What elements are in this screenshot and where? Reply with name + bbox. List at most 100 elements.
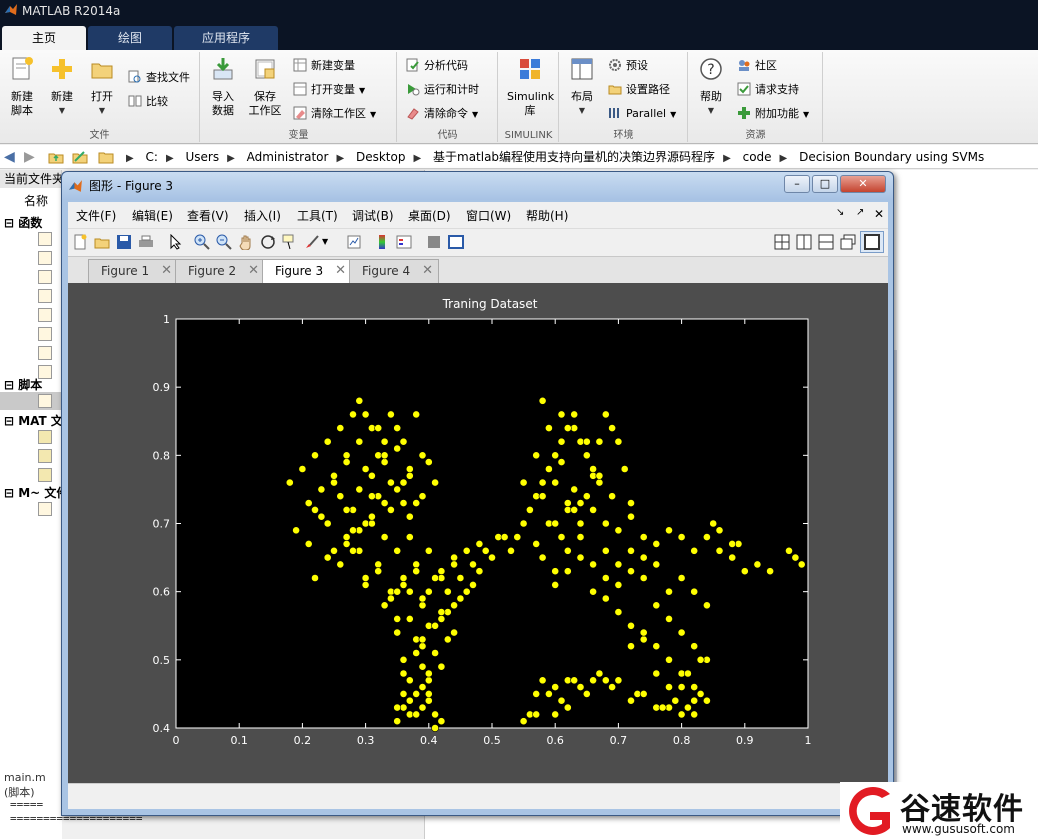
new-script-button[interactable]: 新建 脚本 xyxy=(2,56,42,118)
tree-section-scripts[interactable]: ⊟ 脚本 xyxy=(4,376,42,393)
save-icon[interactable] xyxy=(116,234,132,250)
breadcrumb-item[interactable]: Users xyxy=(185,150,219,164)
open-file-icon[interactable] xyxy=(94,234,110,250)
m-file-icon[interactable] xyxy=(38,346,52,360)
simulink-library-button[interactable]: Simulink 库 xyxy=(507,56,554,118)
community-button[interactable]: 社区 xyxy=(737,56,777,76)
run-and-time-button[interactable]: 运行和计时 xyxy=(406,80,479,100)
set-path-button[interactable]: 设置路径 xyxy=(608,80,670,100)
m-file-icon[interactable] xyxy=(38,289,52,303)
preferences-button[interactable]: 预设 xyxy=(608,56,648,76)
breadcrumb-item[interactable]: Decision Boundary using SVMs xyxy=(799,150,984,164)
show-plot-tools-icon[interactable] xyxy=(448,234,464,250)
float-window-icon[interactable] xyxy=(840,234,856,250)
menu-debug[interactable]: 调试(B) xyxy=(352,207,394,224)
close-tab-icon[interactable]: ✕ xyxy=(161,260,172,282)
browse-folder-icon[interactable] xyxy=(72,149,88,165)
menu-window[interactable]: 窗口(W) xyxy=(466,207,511,224)
close-tab-icon[interactable]: ✕ xyxy=(422,260,433,282)
menu-desktop[interactable]: 桌面(D) xyxy=(408,207,451,224)
help-button[interactable]: ? 帮助 ▼ xyxy=(691,56,731,118)
save-workspace-button[interactable]: 保存 工作区 xyxy=(245,56,285,118)
open-button[interactable]: 打开 ▼ xyxy=(82,56,122,118)
breadcrumb-item[interactable]: code xyxy=(743,150,772,164)
menu-insert[interactable]: 插入(I) xyxy=(244,207,281,224)
find-files-button[interactable]: 查找文件 xyxy=(128,68,190,88)
new-variable-button[interactable]: 新建变量 xyxy=(293,56,355,76)
close-tab-icon[interactable]: ✕ xyxy=(248,260,259,282)
dock-arrow-icon[interactable]: ↗ xyxy=(856,207,864,218)
maximize-button[interactable]: □ xyxy=(812,175,838,193)
mat-file-icon[interactable] xyxy=(38,449,52,463)
link-plot-icon[interactable] xyxy=(346,234,362,250)
legend-icon[interactable] xyxy=(396,234,412,250)
close-tab-icon[interactable]: ✕ xyxy=(335,260,346,282)
breadcrumb-item[interactable]: C: xyxy=(146,150,158,164)
tab-figure-2[interactable]: Figure 2 ✕ xyxy=(175,259,265,283)
pan-hand-icon[interactable] xyxy=(238,234,254,250)
tab-figure-4[interactable]: Figure 4 ✕ xyxy=(349,259,439,283)
menu-help[interactable]: 帮助(H) xyxy=(526,207,568,224)
tab-plots[interactable]: 绘图 xyxy=(88,26,172,50)
tree-section-m-files[interactable]: ⊟ M~ 文件 xyxy=(4,484,68,501)
clear-workspace-button[interactable]: 清除工作区 ▼ xyxy=(293,104,376,124)
cursor-arrow-icon[interactable] xyxy=(168,234,184,250)
figure-titlebar[interactable]: 图形 - Figure 3 – □ ✕ xyxy=(62,172,893,200)
chevron-down-icon[interactable]: ▼ xyxy=(322,234,338,250)
tile-columns-icon[interactable] xyxy=(796,234,812,250)
scatter-plot[interactable]: Traning Dataset 0.4 0.5 0.6 0.7 0.8 0.9 1 0 0.1… xyxy=(68,283,888,783)
brush-icon[interactable] xyxy=(304,234,320,250)
file-icon[interactable] xyxy=(38,502,52,516)
new-figure-icon[interactable] xyxy=(72,234,88,250)
m-file-icon[interactable] xyxy=(38,327,52,341)
m-file-icon[interactable] xyxy=(38,232,52,246)
close-figure-icon[interactable]: ✕ xyxy=(874,207,884,221)
minimize-button[interactable]: – xyxy=(784,175,810,193)
m-file-icon[interactable] xyxy=(38,270,52,284)
tab-home[interactable]: 主页 xyxy=(2,26,86,50)
menu-view[interactable]: 查看(V) xyxy=(187,207,229,224)
breadcrumb-item[interactable]: 基于matlab编程使用支持向量机的决策边界源码程序 xyxy=(433,150,715,164)
parallel-button[interactable]: Parallel ▼ xyxy=(608,104,676,124)
tile-rows-icon[interactable] xyxy=(818,234,834,250)
request-support-button[interactable]: 请求支持 xyxy=(737,80,799,100)
breadcrumb-item[interactable]: Desktop xyxy=(356,150,406,164)
compare-button[interactable]: 比较 xyxy=(128,92,168,112)
tree-section-functions[interactable]: ⊟ 函数 xyxy=(4,214,42,231)
up-folder-icon[interactable] xyxy=(48,149,64,165)
mat-file-icon[interactable] xyxy=(38,468,52,482)
zoom-in-icon[interactable] xyxy=(194,234,210,250)
import-data-button[interactable]: 导入 数据 xyxy=(203,56,243,118)
print-icon[interactable] xyxy=(138,234,154,250)
zoom-out-icon[interactable] xyxy=(216,234,232,250)
name-column-header[interactable]: 名称 xyxy=(24,192,48,209)
m-file-icon[interactable] xyxy=(38,394,52,408)
rotate-3d-icon[interactable] xyxy=(260,234,276,250)
layout-button[interactable]: 布局 ▼ xyxy=(562,56,602,118)
menu-tools[interactable]: 工具(T) xyxy=(297,207,338,224)
close-button[interactable]: ✕ xyxy=(840,175,886,193)
mat-file-icon[interactable] xyxy=(38,430,52,444)
menu-edit[interactable]: 编辑(E) xyxy=(132,207,173,224)
clear-commands-button[interactable]: 清除命令 ▼ xyxy=(406,104,478,124)
breadcrumb-item[interactable]: Administrator xyxy=(247,150,329,164)
maximize-figure-button[interactable] xyxy=(860,231,884,253)
add-ons-button[interactable]: 附加功能 ▼ xyxy=(737,104,809,124)
back-arrow-icon[interactable]: ◀ xyxy=(4,149,20,165)
tab-apps[interactable]: 应用程序 xyxy=(174,26,278,50)
colorbar-icon[interactable] xyxy=(374,234,390,250)
selected-script-row[interactable] xyxy=(0,392,62,410)
new-button[interactable]: 新建 ▼ xyxy=(42,56,82,118)
tile-grid-icon[interactable] xyxy=(774,234,790,250)
m-file-icon[interactable] xyxy=(38,308,52,322)
undock-arrow-icon[interactable]: ↘ xyxy=(836,207,844,218)
tab-figure-1[interactable]: Figure 1 ✕ xyxy=(88,259,178,283)
data-cursor-icon[interactable] xyxy=(282,234,298,250)
open-variable-button[interactable]: 打开变量 ▼ xyxy=(293,80,365,100)
hide-plot-tools-icon[interactable] xyxy=(426,234,442,250)
m-file-icon[interactable] xyxy=(38,251,52,265)
forward-arrow-icon[interactable]: ▶ xyxy=(24,149,40,165)
analyze-code-button[interactable]: 分析代码 xyxy=(406,56,468,76)
tab-figure-3[interactable]: Figure 3 ✕ xyxy=(262,259,352,284)
menu-file[interactable]: 文件(F) xyxy=(76,207,116,224)
